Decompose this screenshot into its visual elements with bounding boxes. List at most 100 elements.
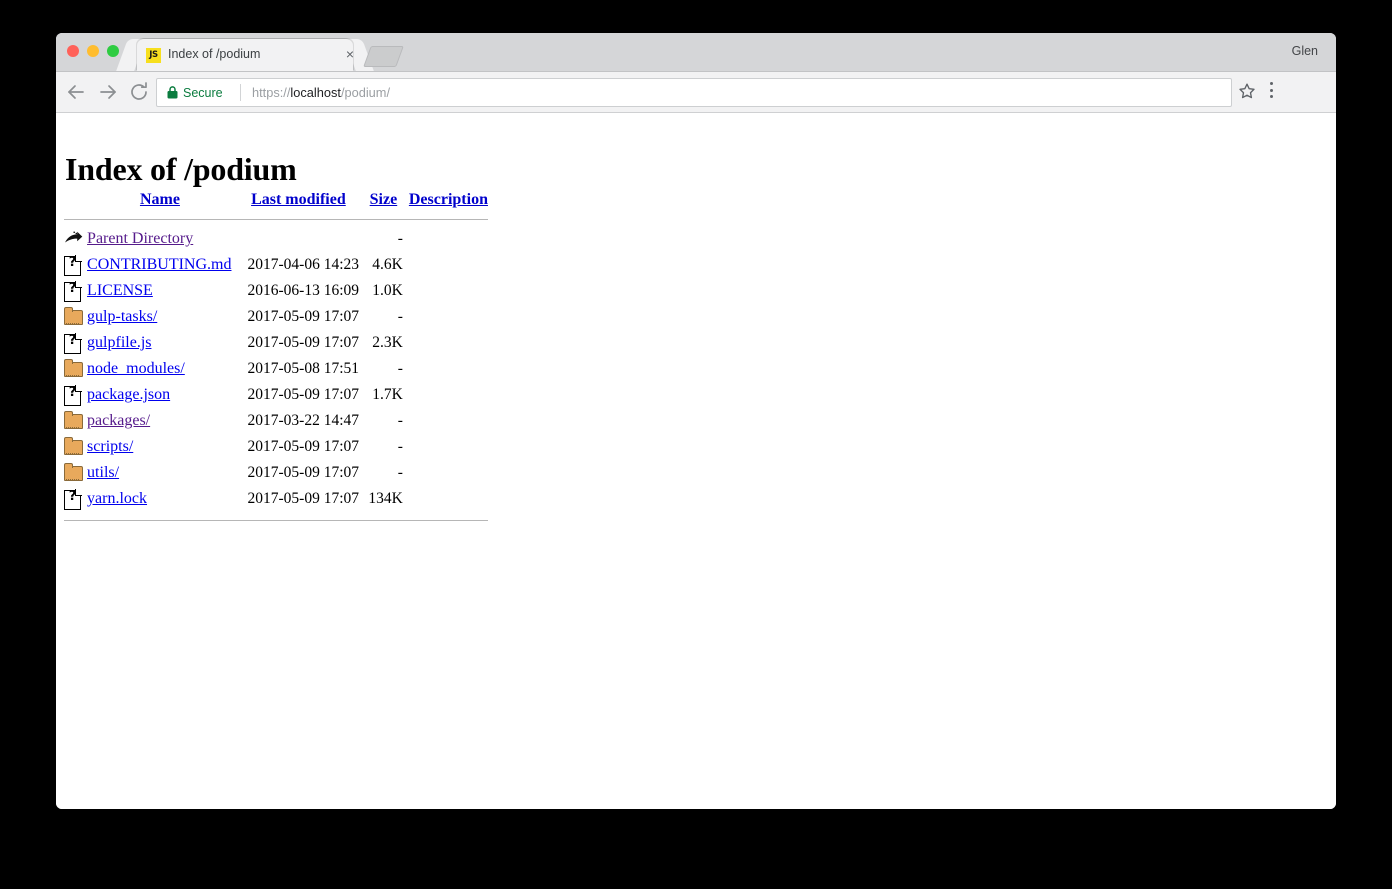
table-rule-bottom — [64, 512, 488, 521]
row-icon-cell — [64, 486, 87, 512]
url-host: localhost — [290, 85, 341, 100]
sort-by-modified-link[interactable]: Last modified — [251, 191, 346, 208]
row-modified-cell: 2017-05-09 17:07 — [247, 438, 360, 455]
file-link[interactable]: utils/ — [87, 464, 119, 481]
row-modified-cell: 2017-05-09 17:07 — [247, 334, 360, 351]
row-modified-cell: 2017-05-09 17:07 — [247, 464, 360, 481]
table-row[interactable]: utils/2017-05-09 17:07 - — [64, 460, 488, 486]
row-description-cell — [403, 434, 488, 460]
minimize-window-button[interactable] — [87, 45, 99, 57]
row-modified-cell: 2017-05-09 17:07 — [247, 490, 360, 507]
row-description-cell — [403, 356, 488, 382]
row-description-cell — [403, 226, 488, 252]
table-row[interactable]: scripts/2017-05-09 17:07 - — [64, 434, 488, 460]
maximize-window-button[interactable] — [107, 45, 119, 57]
row-name-cell: packages/ — [87, 408, 233, 434]
url-scheme: https:// — [252, 85, 291, 100]
window-controls — [67, 45, 119, 57]
row-description-cell — [403, 252, 488, 278]
three-dot-menu-icon[interactable] — [1270, 82, 1274, 100]
file-link[interactable]: node_modules/ — [87, 360, 185, 377]
table-row[interactable]: node_modules/2017-05-08 17:51 - — [64, 356, 488, 382]
star-icon[interactable] — [1238, 82, 1256, 100]
table-row[interactable]: gulpfile.js 2017-05-09 17:07 2.3K — [64, 330, 488, 356]
row-description-cell — [403, 330, 488, 356]
table-row[interactable]: yarn.lock 2017-05-09 17:07 134K — [64, 486, 488, 512]
row-description-cell — [403, 304, 488, 330]
page-title: Index of /podium — [65, 151, 297, 188]
directory-listing-body: Parent Directory - CONTRIBUTING.md 2017-04-… — [64, 215, 488, 521]
page-content: Index of /podium Name Last modified Size… — [56, 113, 1336, 809]
sort-by-description-link[interactable]: Description — [409, 191, 488, 208]
row-size-cell: - — [397, 412, 403, 429]
row-name-cell: node_modules/ — [87, 356, 233, 382]
lock-icon — [167, 86, 178, 99]
row-icon-cell — [64, 356, 87, 382]
folder-icon — [64, 410, 84, 432]
row-size-cell: 1.7K — [372, 386, 403, 403]
row-icon-cell — [64, 226, 87, 252]
row-name-cell: yarn.lock — [87, 486, 233, 512]
address-bar[interactable]: Secure https://localhost/podium/ — [156, 78, 1232, 107]
file-link[interactable]: Parent Directory — [87, 230, 193, 247]
folder-icon — [64, 306, 84, 328]
row-name-cell: CONTRIBUTING.md — [87, 252, 233, 278]
back-arrow-icon[interactable] — [64, 80, 88, 104]
reload-icon[interactable] — [127, 80, 151, 104]
file-link[interactable]: yarn.lock — [87, 490, 147, 507]
new-tab-icon[interactable] — [363, 46, 404, 67]
close-icon[interactable]: × — [342, 46, 358, 62]
row-size-cell: - — [397, 360, 403, 377]
unknown-file-icon — [64, 488, 84, 510]
tab-title[interactable]: Index of /podium — [168, 47, 336, 61]
forward-arrow-icon[interactable] — [96, 80, 120, 104]
row-size-cell: 134K — [368, 490, 403, 507]
close-window-button[interactable] — [67, 45, 79, 57]
table-row[interactable]: LICENSE 2016-06-13 16:09 1.0K — [64, 278, 488, 304]
column-header-name: Name — [87, 191, 233, 215]
row-size-cell: - — [397, 308, 403, 325]
table-row[interactable]: package.json 2017-05-09 17:07 1.7K — [64, 382, 488, 408]
row-name-cell: gulp-tasks/ — [87, 304, 233, 330]
row-description-cell — [403, 382, 488, 408]
unknown-file-icon — [64, 332, 84, 354]
row-name-cell: package.json — [87, 382, 233, 408]
table-header-row: Name Last modified Size Description — [64, 191, 488, 215]
table-row[interactable]: CONTRIBUTING.md 2017-04-06 14:23 4.6K — [64, 252, 488, 278]
row-size-cell: - — [397, 464, 403, 481]
row-icon-cell — [64, 382, 87, 408]
unknown-file-icon — [64, 384, 84, 406]
tab-strip: JS Index of /podium × Glen — [56, 33, 1336, 72]
row-icon-cell — [64, 460, 87, 486]
row-description-cell — [403, 408, 488, 434]
row-modified-cell: 2017-05-09 17:07 — [247, 308, 360, 325]
file-link[interactable]: packages/ — [87, 412, 150, 429]
table-row[interactable]: gulp-tasks/2017-05-09 17:07 - — [64, 304, 488, 330]
row-name-cell: LICENSE — [87, 278, 233, 304]
row-description-cell — [403, 460, 488, 486]
table-row[interactable]: packages/2017-03-22 14:47 - — [64, 408, 488, 434]
javascript-icon: JS — [146, 48, 161, 63]
file-link[interactable]: package.json — [87, 386, 170, 403]
profile-name-label[interactable]: Glen — [1292, 44, 1318, 58]
row-size-cell: 2.3K — [372, 334, 403, 351]
file-link[interactable]: scripts/ — [87, 438, 133, 455]
url-text[interactable]: https://localhost/podium/ — [252, 85, 390, 101]
security-status-label: Secure — [183, 86, 223, 100]
sort-by-name-link[interactable]: Name — [140, 191, 180, 208]
folder-icon — [64, 436, 84, 458]
row-size-cell: - — [397, 230, 403, 247]
sort-by-size-link[interactable]: Size — [370, 191, 398, 208]
table-row[interactable]: Parent Directory - — [64, 226, 488, 252]
row-icon-cell — [64, 408, 87, 434]
file-link[interactable]: gulpfile.js — [87, 334, 151, 351]
row-modified-cell: 2016-06-13 16:09 — [247, 282, 360, 299]
row-modified-cell: 2017-03-22 14:47 — [247, 412, 360, 429]
omnibox-divider — [240, 84, 241, 101]
row-name-cell: scripts/ — [87, 434, 233, 460]
row-icon-cell — [64, 252, 87, 278]
file-link[interactable]: CONTRIBUTING.md — [87, 256, 231, 273]
file-link[interactable]: gulp-tasks/ — [87, 308, 157, 325]
file-link[interactable]: LICENSE — [87, 282, 153, 299]
directory-listing: Name Last modified Size Description Pare… — [64, 191, 488, 521]
